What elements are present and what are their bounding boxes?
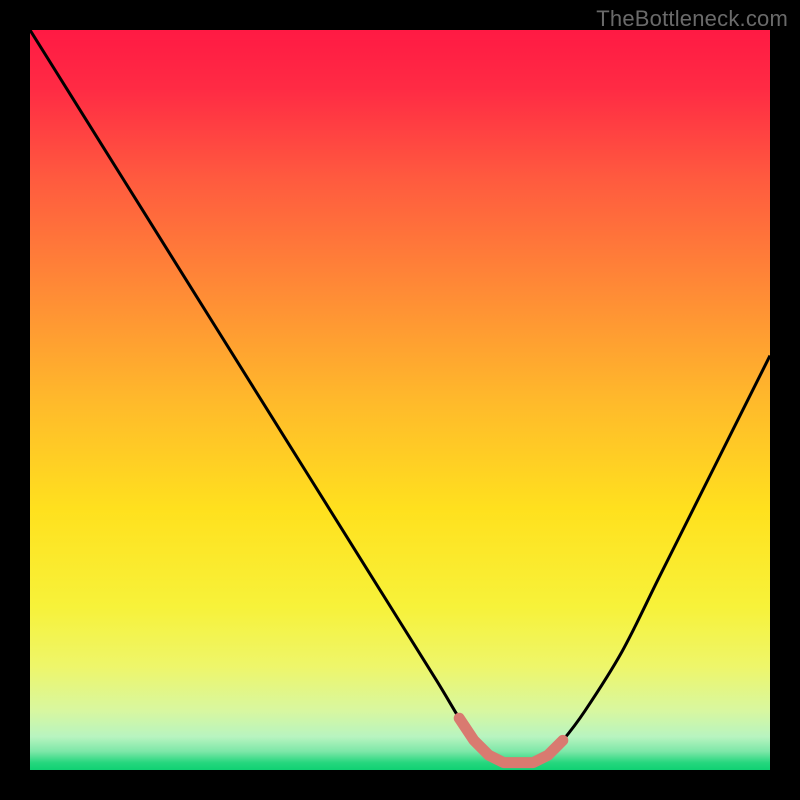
chart-svg [30, 30, 770, 770]
plot-area [30, 30, 770, 770]
background-gradient [30, 30, 770, 770]
watermark-text: TheBottleneck.com [596, 6, 788, 32]
chart-frame: TheBottleneck.com [0, 0, 800, 800]
